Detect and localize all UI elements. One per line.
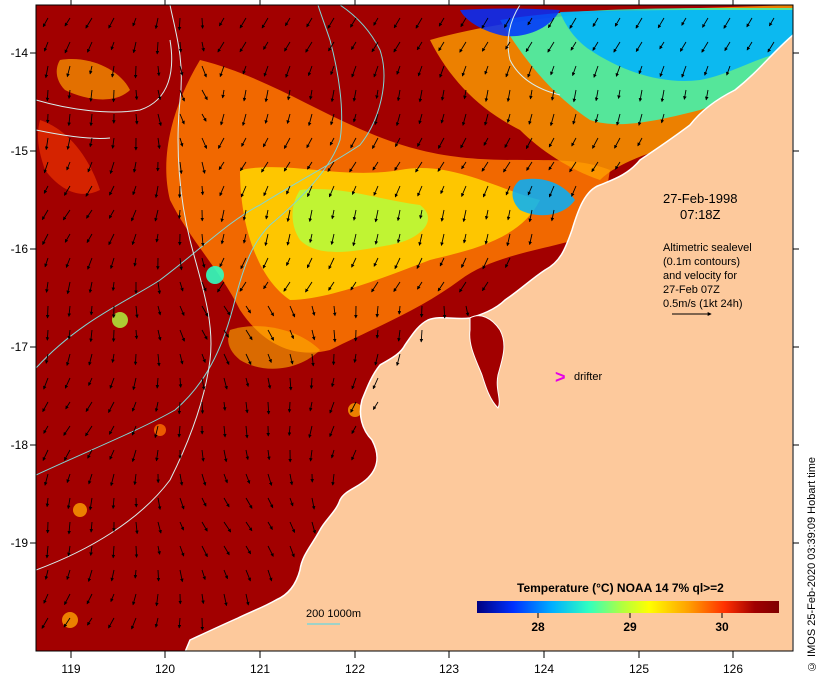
x-tick-label: 121 — [250, 662, 270, 676]
date-label: 27-Feb-1998 — [663, 191, 737, 206]
colorbar-tick-label: 28 — [531, 620, 545, 634]
info-line: (0.1m contours) — [663, 256, 740, 268]
velocity-arrow — [156, 569, 161, 582]
info-line: and velocity for — [663, 270, 737, 282]
x-tick-label: 120 — [155, 662, 175, 676]
x-tick-label: 124 — [534, 662, 554, 676]
y-tick-label: -17 — [11, 340, 29, 354]
y-tick-label: -16 — [11, 242, 29, 256]
x-axis-labels: 119 120 121 122 123 124 125 126 — [61, 662, 743, 676]
velocity-arrow — [331, 353, 336, 366]
velocity-arrow — [133, 65, 138, 79]
colorbar-tick-label: 29 — [623, 620, 637, 634]
x-tick-label: 125 — [629, 662, 649, 676]
velocity-arrow — [287, 401, 292, 413]
velocity-arrow — [111, 89, 116, 103]
x-tick-label: 119 — [61, 662, 80, 676]
x-tick-label: 123 — [439, 662, 459, 676]
time-label: 07:18Z — [680, 207, 721, 222]
drifter-symbol: > — [555, 367, 566, 387]
info-line: 27-Feb 07Z — [663, 284, 720, 296]
info-line: Altimetric sealevel — [663, 242, 752, 254]
info-line: 0.5m/s (1kt 24h) — [663, 298, 742, 310]
colorbar-title: Temperature (°C) NOAA 14 7% ql>=2 — [517, 581, 724, 595]
y-tick-label: -15 — [11, 144, 29, 158]
y-axis-labels: -14 -15 -16 -17 -18 -19 — [11, 46, 29, 550]
velocity-arrow — [200, 17, 205, 29]
x-tick-label: 126 — [723, 662, 743, 676]
credit-text: © IMOS 25-Feb-2020 03:39:09 Hobart time — [806, 457, 818, 672]
x-tick-label: 122 — [345, 662, 365, 676]
velocity-arrow — [200, 401, 205, 414]
colorbar — [477, 601, 779, 613]
drifter-label: drifter — [574, 371, 602, 383]
sea-surface-temperature-map: 119 120 121 122 123 124 125 126 -14 -15 … — [11, 0, 799, 676]
velocity-arrow — [111, 329, 116, 343]
y-tick-label: -19 — [11, 536, 29, 550]
y-tick-label: -14 — [11, 46, 29, 60]
velocity-arrow — [419, 305, 424, 318]
y-tick-label: -18 — [11, 438, 29, 452]
velocity-arrow — [133, 353, 138, 366]
colorbar-tick-label: 30 — [715, 620, 729, 634]
velocity-arrow — [134, 545, 139, 558]
velocity-arrow — [45, 305, 50, 319]
bathymetry-legend-label: 200 1000m — [306, 608, 361, 620]
